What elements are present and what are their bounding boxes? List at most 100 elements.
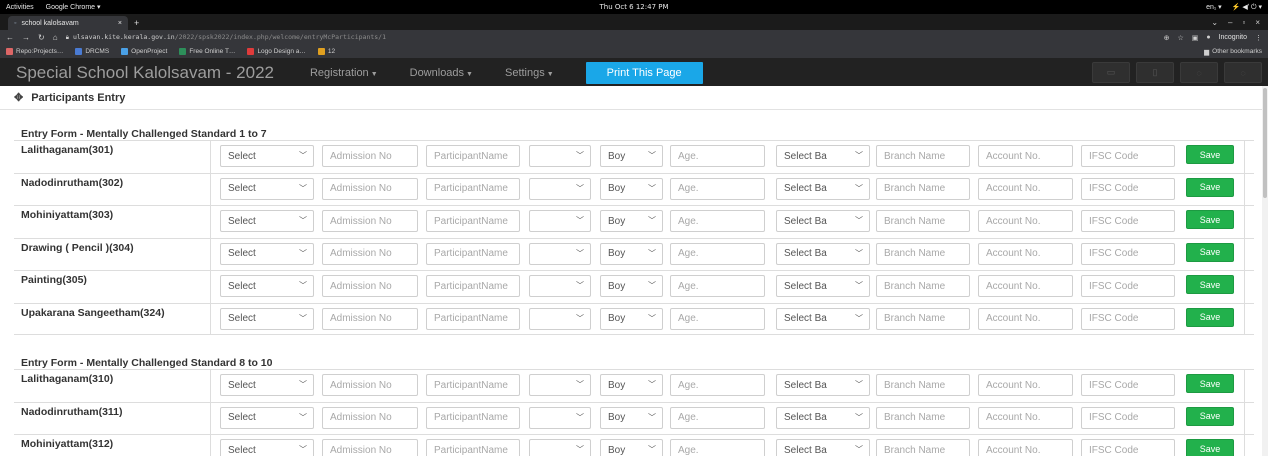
admission-number-input[interactable]: Admission No [322, 145, 418, 167]
gender-select[interactable]: Boy ﹀ [600, 307, 663, 330]
admission-number-input[interactable]: Admission No [322, 275, 418, 297]
age-input[interactable]: Age. [670, 275, 765, 297]
admission-number-input[interactable]: Admission No [322, 439, 418, 456]
power-icon[interactable]: ◌ [1224, 62, 1262, 83]
ifsc-code-input[interactable]: IFSC Code [1081, 406, 1175, 429]
admission-number-input[interactable]: Admission No [322, 177, 418, 200]
participant-name-input[interactable]: ParticipantName [426, 145, 520, 167]
brand-title[interactable]: Special School Kalolsavam - 2022 [16, 63, 274, 83]
gender-select[interactable]: Boy ﹀ [600, 145, 663, 167]
maximize-icon[interactable]: ▫ [1242, 18, 1245, 27]
class-select[interactable]: Select ﹀ [220, 210, 314, 232]
participant-name-input[interactable]: ParticipantName [426, 439, 520, 456]
category-select[interactable]: ﹀ [529, 307, 591, 330]
bookmark-logo-design[interactable]: Logo Design a… [247, 48, 306, 55]
nav-registration[interactable]: Registration ▼ [310, 67, 378, 79]
system-tray[interactable]: ⚡ ◀ʹ ⏻ ▾ [1232, 3, 1262, 12]
clock[interactable]: Thu Oct 6 12:47 PM [599, 3, 668, 11]
save-button[interactable]: Save [1186, 242, 1234, 262]
language-indicator[interactable]: en₁ ▾ [1206, 3, 1222, 12]
admission-number-input[interactable]: Admission No [322, 210, 418, 232]
ifsc-code-input[interactable]: IFSC Code [1081, 439, 1175, 456]
back-icon[interactable]: ← [6, 33, 14, 42]
bank-select[interactable]: Select Ba ﹀ [776, 210, 870, 232]
admission-number-input[interactable]: Admission No [322, 242, 418, 265]
app-menu[interactable]: Google Chrome ▾ [46, 3, 101, 11]
ifsc-code-input[interactable]: IFSC Code [1081, 242, 1175, 265]
save-button[interactable]: Save [1186, 307, 1234, 327]
gender-select[interactable]: Boy ﹀ [600, 210, 663, 232]
participant-name-input[interactable]: ParticipantName [426, 210, 520, 232]
browser-tab[interactable]: ◦ school kalolsavam × [8, 16, 128, 30]
incognito-icon[interactable]: ● [1206, 34, 1210, 41]
save-button[interactable]: Save [1186, 145, 1234, 164]
bookmark-free-online[interactable]: Free Online T… [179, 48, 235, 55]
print-page-button[interactable]: Print This Page [585, 61, 703, 84]
branch-name-input[interactable]: Branch Name [876, 275, 970, 297]
class-select[interactable]: Select ﹀ [220, 145, 314, 167]
branch-name-input[interactable]: Branch Name [876, 145, 970, 167]
admission-number-input[interactable]: Admission No [322, 406, 418, 429]
category-select[interactable]: ﹀ [529, 177, 591, 200]
branch-name-input[interactable]: Branch Name [876, 307, 970, 330]
participant-name-input[interactable]: ParticipantName [426, 406, 520, 429]
nav-downloads[interactable]: Downloads ▼ [410, 67, 473, 79]
account-number-input[interactable]: Account No. [978, 210, 1073, 232]
save-button[interactable]: Save [1186, 439, 1234, 456]
scrollbar-thumb[interactable] [1263, 88, 1267, 198]
age-input[interactable]: Age. [670, 210, 765, 232]
ifsc-code-input[interactable]: IFSC Code [1081, 145, 1175, 167]
branch-name-input[interactable]: Branch Name [876, 406, 970, 429]
bank-select[interactable]: Select Ba ﹀ [776, 406, 870, 429]
account-number-input[interactable]: Account No. [978, 275, 1073, 297]
bookmark-drcms[interactable]: DRCMS [75, 48, 109, 55]
user-icon[interactable]: ▯ [1136, 62, 1174, 83]
bank-select[interactable]: Select Ba ﹀ [776, 275, 870, 297]
participant-name-input[interactable]: ParticipantName [426, 275, 520, 297]
account-number-input[interactable]: Account No. [978, 242, 1073, 265]
bookmark-repo[interactable]: Repo:Projects… [6, 48, 63, 55]
age-input[interactable]: Age. [670, 439, 765, 456]
tab-close-icon[interactable]: × [118, 20, 122, 27]
account-number-input[interactable]: Account No. [978, 406, 1073, 429]
gender-select[interactable]: Boy ﹀ [600, 406, 663, 429]
gender-select[interactable]: Boy ﹀ [600, 374, 663, 396]
participant-name-input[interactable]: ParticipantName [426, 177, 520, 200]
admission-number-input[interactable]: Admission No [322, 374, 418, 396]
bank-select[interactable]: Select Ba ﹀ [776, 145, 870, 167]
zoom-icon[interactable]: ⊕ [1164, 34, 1170, 42]
nav-settings[interactable]: Settings ▼ [505, 67, 554, 79]
ifsc-code-input[interactable]: IFSC Code [1081, 307, 1175, 330]
age-input[interactable]: Age. [670, 177, 765, 200]
class-select[interactable]: Select ﹀ [220, 439, 314, 456]
category-select[interactable]: ﹀ [529, 242, 591, 265]
ifsc-code-input[interactable]: IFSC Code [1081, 210, 1175, 232]
new-tab-button[interactable]: + [134, 18, 139, 28]
gender-select[interactable]: Boy ﹀ [600, 242, 663, 265]
forward-icon[interactable]: → [22, 33, 30, 42]
tab-search-icon[interactable]: ⌄ [1211, 18, 1218, 27]
account-number-input[interactable]: Account No. [978, 439, 1073, 456]
category-select[interactable]: ﹀ [529, 210, 591, 232]
ifsc-code-input[interactable]: IFSC Code [1081, 374, 1175, 396]
category-select[interactable]: ﹀ [529, 275, 591, 297]
account-number-input[interactable]: Account No. [978, 177, 1073, 200]
menu-icon[interactable]: ⋮ [1255, 34, 1262, 42]
branch-name-input[interactable]: Branch Name [876, 177, 970, 200]
bank-select[interactable]: Select Ba ﹀ [776, 439, 870, 456]
gender-select[interactable]: Boy ﹀ [600, 177, 663, 200]
age-input[interactable]: Age. [670, 307, 765, 330]
activities-button[interactable]: Activities [6, 4, 34, 11]
participant-name-input[interactable]: ParticipantName [426, 242, 520, 265]
class-select[interactable]: Select ﹀ [220, 177, 314, 200]
class-select[interactable]: Select ﹀ [220, 307, 314, 330]
gender-select[interactable]: Boy ﹀ [600, 275, 663, 297]
age-input[interactable]: Age. [670, 374, 765, 396]
tab-switch-icon[interactable]: ▣ [1192, 34, 1199, 42]
inbox-icon[interactable]: ▭ [1092, 62, 1130, 83]
bookmark-openproject[interactable]: OpenProject [121, 48, 167, 55]
gender-select[interactable]: Boy ﹀ [600, 439, 663, 456]
home-icon[interactable]: ⌂ [53, 33, 58, 42]
page-scrollbar[interactable] [1262, 86, 1268, 456]
window-close-icon[interactable]: × [1255, 18, 1260, 27]
